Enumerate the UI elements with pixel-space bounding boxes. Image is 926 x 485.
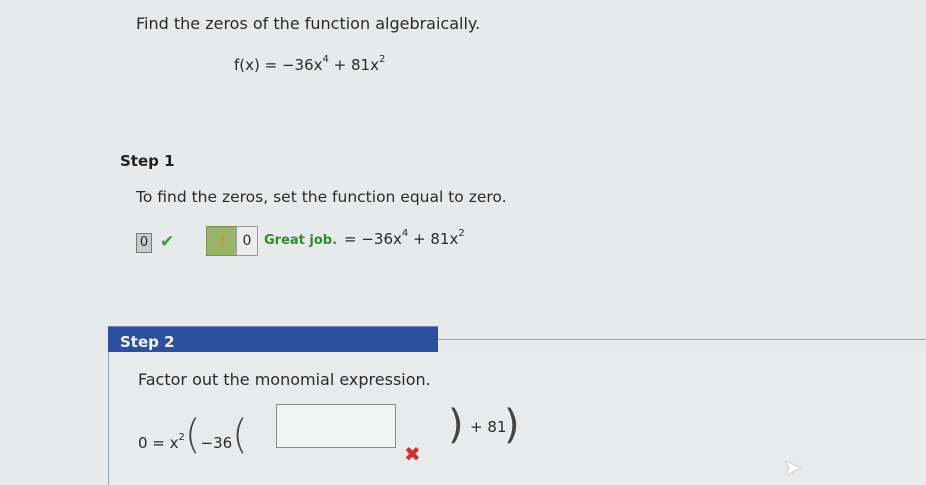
step2-divider [438,339,926,340]
step1-left-value: 0 [136,233,152,253]
step1-instructions: To find the zeros, set the function equa… [136,188,507,206]
question-prompt: Find the zeros of the function algebraic… [136,14,481,33]
formula-part-2: + 81x [328,56,379,74]
formula-exponent-2: 2 [378,54,386,65]
equation-exponent-1: 4 [401,228,409,239]
open-paren-inner: ( [232,412,248,458]
formula-exponent-1: 4 [322,54,329,65]
step2-instructions: Factor out the monomial expression. [138,370,431,389]
key-icon[interactable]: ⚷ [206,226,238,256]
check-icon: ✔ [160,232,175,252]
factor-constant: + 81 [470,418,507,436]
equation-exponent-2: 2 [458,228,465,239]
x-mark-icon: ✖ [404,442,421,466]
close-paren-outer: ) [504,402,520,448]
open-paren: ( [184,412,201,458]
factor-coefficient: −36 [200,434,233,452]
cursor-icon: ➤ [783,456,802,481]
function-formula: f(x) = −36x4 + 81x2 [234,54,386,74]
factor-input[interactable] [276,404,396,448]
factor-exponent: 2 [178,432,185,443]
equation-part-1: = −36x [344,230,402,248]
step2-label: Step 2 [120,333,175,351]
step1-label: Step 1 [120,152,175,170]
step1-equation: = −36x4 + 81x2 [344,228,465,248]
formula-part-1: f(x) = −36x [234,56,323,74]
factor-expression: 0 = x2(−36( [138,415,248,455]
close-paren-inner: ) [448,402,464,448]
equation-part-2: + 81x [408,230,459,248]
feedback-correct: Great job. [264,233,338,248]
step1-answer-field[interactable]: 0 [236,226,258,256]
factor-lhs: 0 = x [138,434,179,452]
